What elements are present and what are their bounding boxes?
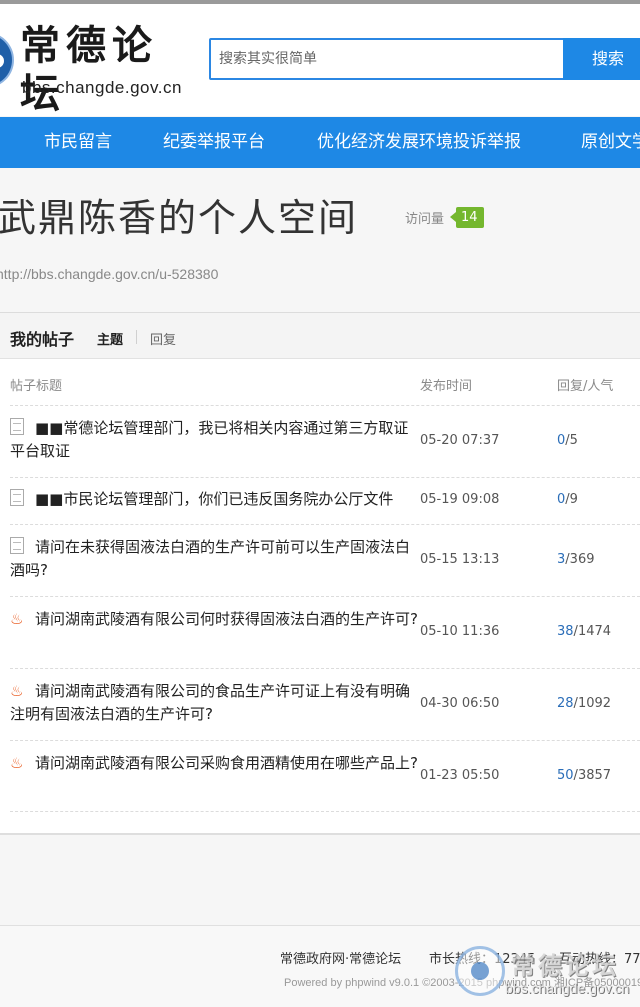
post-title-text: 请问湖南武陵酒有限公司采购食用酒精使用在哪些产品上? — [35, 754, 418, 772]
post-time: 05-15 13:13 — [420, 552, 500, 567]
table-row: ♨ 请问湖南武陵酒有限公司采购食用酒精使用在哪些产品上? 01-23 05:50 … — [10, 740, 640, 812]
post-time: 05-20 07:37 — [420, 433, 500, 448]
post-stats: 3/369 — [557, 552, 595, 567]
post-title-text: 请问湖南武陵酒有限公司的食品生产许可证上有没有明确注明有固液法白酒的生产许可? — [10, 682, 411, 723]
visits-label: 访问量 — [405, 212, 445, 227]
tab-divider — [136, 330, 137, 344]
footer-links[interactable]: 常德政府网·常德论坛 — [280, 948, 401, 967]
nav-item-discipline-report[interactable]: 纪委举报平台 — [163, 117, 265, 168]
column-header-title: 帖子标题 — [10, 379, 63, 394]
document-icon — [10, 489, 24, 506]
posts-panel: 我的帖子 主题 回复 帖子标题 发布时间 回复/人气 ■■常德论坛管理部门，我已… — [0, 312, 640, 835]
post-title-text: 请问在未获得固液法白酒的生产许可前可以生产固液法白酒吗? — [10, 538, 411, 579]
tab-topics[interactable]: 主题 — [97, 329, 123, 348]
page-title: 武鼎陈香的个人空间 — [0, 196, 359, 240]
search-button[interactable]: 搜索 — [563, 38, 640, 80]
tab-replies[interactable]: 回复 — [150, 329, 176, 348]
reply-count[interactable]: 38 — [557, 624, 574, 639]
site-logo[interactable]: 常德论坛 bbs.changde.gov.cn — [0, 22, 186, 117]
column-header-time: 发布时间 — [420, 379, 473, 394]
nav-item-environment-complaints[interactable]: 优化经济发展环境投诉举报 — [317, 117, 521, 168]
post-time: 04-30 06:50 — [420, 696, 500, 711]
hot-flame-icon: ♨ — [10, 754, 24, 772]
search-box — [209, 38, 565, 80]
post-title-link[interactable]: ■■市民论坛管理部门，你们已违反国务院办公厅文件 — [10, 488, 420, 511]
view-count: 1092 — [577, 696, 612, 711]
reply-count[interactable]: 0 — [557, 492, 565, 507]
post-title-link[interactable]: 请问在未获得固液法白酒的生产许可前可以生产固液法白酒吗? — [10, 536, 420, 582]
nav-item-citizen-messages[interactable]: 市民留言 — [44, 117, 112, 168]
visits-badge: 14 — [450, 207, 484, 228]
watermark-text: 常德论坛 — [511, 951, 619, 980]
nav-item-original-literature[interactable]: 原创文学 — [581, 117, 640, 168]
hot-flame-icon: ♨ — [10, 682, 24, 700]
watermark-logo: 常德论坛 bbs.changde.gov.cn — [455, 940, 640, 1002]
view-count: 9 — [569, 492, 578, 507]
post-stats: 50/3857 — [557, 768, 612, 783]
post-title-text: ■■市民论坛管理部门，你们已违反国务院办公厅文件 — [35, 490, 394, 508]
posts-title: 我的帖子 — [10, 330, 75, 349]
post-title-link[interactable]: ♨ 请问湖南武陵酒有限公司的食品生产许可证上有没有明确注明有固液法白酒的生产许可? — [10, 680, 420, 726]
post-time: 05-19 09:08 — [420, 492, 500, 507]
post-stats: 38/1474 — [557, 624, 612, 639]
post-title-link[interactable]: ♨ 请问湖南武陵酒有限公司采购食用酒精使用在哪些产品上? — [10, 752, 420, 775]
hot-flame-icon: ♨ — [10, 610, 24, 628]
reply-count[interactable]: 28 — [557, 696, 574, 711]
view-count: 3857 — [577, 768, 612, 783]
site-header: 常德论坛 bbs.changde.gov.cn 搜索 — [0, 4, 640, 117]
posts-panel-header: 我的帖子 主题 回复 — [0, 313, 640, 359]
post-title-text: ■■常德论坛管理部门，我已将相关内容通过第三方取证平台取证 — [10, 419, 409, 460]
reply-count[interactable]: 3 — [557, 552, 565, 567]
post-stats: 0/9 — [557, 492, 578, 507]
watermark-url: bbs.changde.gov.cn — [505, 980, 630, 996]
document-icon — [10, 537, 24, 554]
post-stats: 0/5 — [557, 433, 578, 448]
logo-url: bbs.changde.gov.cn — [22, 78, 182, 97]
post-title-link[interactable]: ♨ 请问湖南武陵酒有限公司何时获得固液法白酒的生产许可? — [10, 608, 420, 631]
logo-text: 常德论坛 — [20, 22, 158, 117]
main-nav: 市民留言 纪委举报平台 优化经济发展环境投诉举报 原创文学 — [0, 117, 640, 168]
table-row: ■■市民论坛管理部门，你们已违反国务院办公厅文件 05-19 09:08 0/9 — [10, 477, 640, 524]
table-row: ♨ 请问湖南武陵酒有限公司的食品生产许可证上有没有明确注明有固液法白酒的生产许可?… — [10, 668, 640, 740]
reply-count[interactable]: 0 — [557, 433, 565, 448]
post-stats: 28/1092 — [557, 696, 612, 711]
logo-seal-icon — [0, 32, 14, 88]
reply-count[interactable]: 50 — [557, 768, 574, 783]
table-row: ♨ 请问湖南武陵酒有限公司何时获得固液法白酒的生产许可? 05-10 11:36 … — [10, 596, 640, 668]
profile-url[interactable]: http://bbs.changde.gov.cn/u-528380 — [0, 266, 218, 282]
post-time: 05-10 11:36 — [420, 624, 500, 639]
table-row: ■■常德论坛管理部门，我已将相关内容通过第三方取证平台取证 05-20 07:3… — [10, 405, 640, 477]
view-count: 1474 — [577, 624, 612, 639]
post-title-text: 请问湖南武陵酒有限公司何时获得固液法白酒的生产许可? — [35, 610, 418, 628]
watermark-seal-icon — [455, 946, 505, 996]
document-icon — [10, 418, 24, 435]
post-time: 01-23 05:50 — [420, 768, 500, 783]
table-row: 请问在未获得固液法白酒的生产许可前可以生产固液法白酒吗? 05-15 13:13… — [10, 524, 640, 596]
post-title-link[interactable]: ■■常德论坛管理部门，我已将相关内容通过第三方取证平台取证 — [10, 417, 420, 463]
view-count: 5 — [569, 433, 578, 448]
view-count: 369 — [569, 552, 595, 567]
column-header-stats: 回复/人气 — [557, 379, 614, 394]
search-input[interactable] — [211, 40, 563, 78]
